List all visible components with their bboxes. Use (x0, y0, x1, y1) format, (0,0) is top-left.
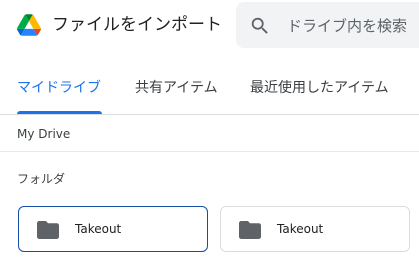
folder-card[interactable]: Takeout (220, 206, 410, 252)
folder-card[interactable]: Takeout (18, 206, 208, 252)
google-drive-logo-icon (17, 14, 41, 36)
folder-name: Takeout (277, 222, 324, 236)
tab-bar: マイドライブ 共有アイテム 最近使用したアイテム (0, 70, 419, 114)
folder-icon (37, 221, 59, 239)
folder-name: Takeout (75, 222, 122, 236)
dialog-header: ファイルをインポート ドライブ内を検索 (0, 0, 419, 50)
breadcrumb[interactable]: My Drive (17, 125, 70, 143)
search-input[interactable]: ドライブ内を検索 (287, 15, 407, 37)
search-box[interactable]: ドライブ内を検索 (236, 2, 419, 48)
folder-icon (239, 221, 261, 239)
tab-my-drive[interactable]: マイドライブ (17, 78, 101, 98)
section-heading: フォルダ (17, 172, 66, 186)
divider (0, 114, 419, 115)
search-icon (251, 17, 268, 34)
tab-recent[interactable]: 最近使用したアイテム (250, 78, 389, 98)
tab-shared[interactable]: 共有アイテム (135, 78, 218, 98)
divider (0, 151, 419, 152)
dialog-title: ファイルをインポート (52, 15, 222, 35)
